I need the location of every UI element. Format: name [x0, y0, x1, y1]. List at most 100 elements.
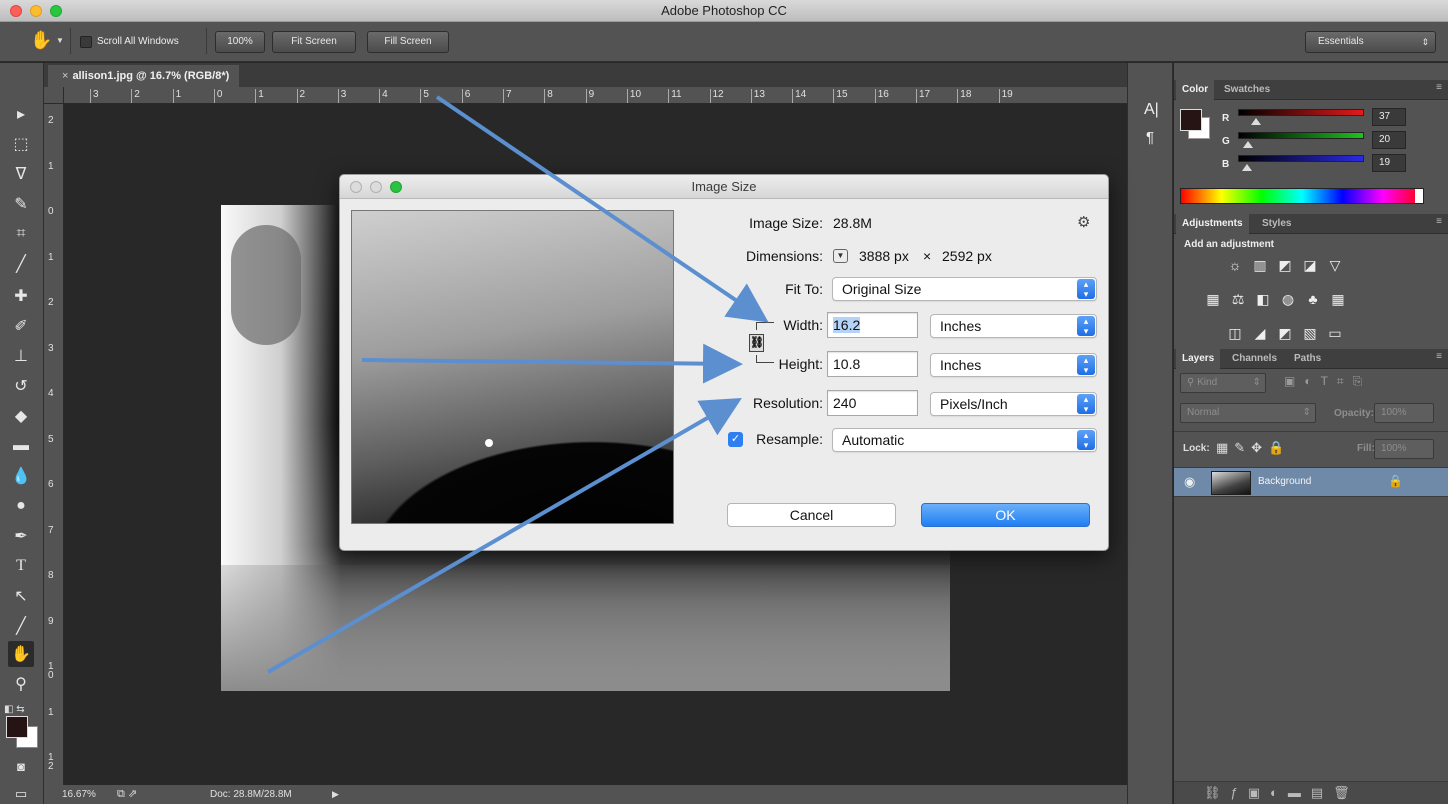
scroll-all-windows-checkbox[interactable]: [80, 36, 92, 48]
resolution-unit-select[interactable]: Pixels/Inch ▴ ▾: [930, 392, 1097, 416]
type-tool-icon[interactable]: T: [8, 553, 34, 579]
resolution-input[interactable]: 240: [827, 390, 918, 416]
curves-icon[interactable]: ◩: [1276, 257, 1294, 273]
crop-tool-icon[interactable]: ⌗: [8, 221, 34, 247]
blur-tool-icon[interactable]: 💧: [8, 463, 34, 489]
channel-mixer-icon[interactable]: ♣: [1304, 291, 1322, 307]
visibility-eye-icon[interactable]: ◉: [1184, 474, 1195, 490]
healing-brush-tool-icon[interactable]: ✚: [8, 283, 34, 309]
fit-to-select[interactable]: Original Size ▴ ▾: [832, 277, 1097, 301]
color-balance-icon[interactable]: ⚖: [1229, 291, 1247, 307]
resample-select[interactable]: Automatic ▴ ▾: [832, 428, 1097, 452]
tab-swatches[interactable]: Swatches: [1218, 80, 1276, 100]
channel-value-field[interactable]: 37: [1372, 108, 1406, 126]
close-window-button[interactable]: [10, 5, 22, 17]
dimensions-units-dropdown-icon[interactable]: ▼: [833, 249, 848, 263]
workspace-dropdown[interactable]: Essentials ⇕: [1305, 31, 1436, 53]
gear-icon[interactable]: ⚙: [1077, 213, 1090, 231]
quick-mask-icon[interactable]: ◙: [8, 753, 34, 779]
path-selection-tool-icon[interactable]: ↖: [8, 583, 34, 609]
fill-field[interactable]: 100%: [1374, 439, 1434, 459]
image-preview[interactable]: [351, 210, 674, 524]
dialog-zoom-button[interactable]: [390, 181, 402, 193]
zoom-tool-icon[interactable]: ⚲: [8, 671, 34, 697]
line-tool-icon[interactable]: ╱: [8, 613, 34, 639]
posterize-icon[interactable]: ◢: [1251, 325, 1269, 341]
gradient-tool-icon[interactable]: ▬: [8, 433, 34, 459]
gradient-map-icon[interactable]: ▭: [1326, 325, 1344, 341]
dodge-tool-icon[interactable]: ●: [8, 493, 34, 519]
exposure-icon[interactable]: ◪: [1301, 257, 1319, 273]
character-panel-icon[interactable]: A|: [1144, 101, 1159, 119]
clone-stamp-tool-icon[interactable]: ⊥: [8, 343, 34, 369]
channel-slider[interactable]: [1238, 109, 1364, 116]
width-unit-select[interactable]: Inches ▴ ▾: [930, 314, 1097, 338]
brush-tool-icon[interactable]: ✐: [8, 313, 34, 339]
channel-slider-thumb[interactable]: [1251, 118, 1262, 125]
threshold-icon[interactable]: ◩: [1276, 325, 1294, 341]
document-tab[interactable]: × allison1.jpg @ 16.7% (RGB/8*): [48, 65, 240, 87]
cancel-button[interactable]: Cancel: [727, 503, 896, 527]
channel-value-field[interactable]: 19: [1372, 154, 1406, 172]
color-lookup-icon[interactable]: ▦: [1329, 291, 1347, 307]
panel-menu-icon[interactable]: ≡: [1436, 216, 1442, 227]
panel-menu-icon[interactable]: ≡: [1436, 351, 1442, 362]
layer-filter-dropdown[interactable]: ⚲ Kind ⇕: [1180, 373, 1266, 393]
resample-checkbox[interactable]: ✓: [728, 432, 743, 447]
layer-name[interactable]: Background: [1258, 476, 1311, 487]
tab-color[interactable]: Color: [1176, 80, 1215, 100]
selective-color-icon[interactable]: ▧: [1301, 325, 1319, 341]
channel-slider-thumb[interactable]: [1242, 141, 1253, 148]
fit-screen-button[interactable]: Fit Screen: [272, 31, 356, 53]
pen-tool-icon[interactable]: ✒: [8, 523, 34, 549]
color-ramp[interactable]: [1180, 188, 1424, 204]
constrain-proportions-link-icon[interactable]: ⛓: [749, 334, 764, 352]
photo-filter-icon[interactable]: ◍: [1279, 291, 1297, 307]
brightness-icon[interactable]: ☼: [1226, 257, 1244, 273]
zoom-100-button[interactable]: 100%: [215, 31, 265, 53]
paragraph-panel-icon[interactable]: ¶: [1146, 129, 1154, 146]
tab-adjustments[interactable]: Adjustments: [1176, 214, 1249, 234]
lasso-tool-icon[interactable]: ᐁ: [8, 161, 34, 187]
height-unit-select[interactable]: Inches ▴ ▾: [930, 353, 1097, 377]
ok-button[interactable]: OK: [921, 503, 1090, 527]
eyedropper-tool-icon[interactable]: ╱: [8, 251, 34, 277]
invert-icon[interactable]: ◫: [1226, 325, 1244, 341]
levels-icon[interactable]: ▥: [1251, 257, 1269, 273]
channel-slider[interactable]: [1238, 132, 1364, 139]
blend-mode-dropdown[interactable]: Normal ⇕: [1180, 403, 1316, 423]
zoom-window-button[interactable]: [50, 5, 62, 17]
hand-tool-preset-icon[interactable]: ✋: [30, 30, 52, 51]
hue-saturation-icon[interactable]: ▦: [1204, 291, 1222, 307]
tab-paths[interactable]: Paths: [1288, 349, 1327, 369]
horizontal-ruler[interactable]: 3 2 1 0 1 2 3 4 5 6 7 8 9 10 11 12 13 14 15 16 17 18 19: [64, 87, 1127, 104]
color-fg-swatch[interactable]: [1180, 109, 1202, 131]
fill-screen-button[interactable]: Fill Screen: [367, 31, 449, 53]
opacity-field[interactable]: 100%: [1374, 403, 1434, 423]
dialog-minimize-button[interactable]: [370, 181, 382, 193]
quick-selection-tool-icon[interactable]: ✎: [8, 191, 34, 217]
layer-filter-icons[interactable]: ▣◐T⌗⎘: [1284, 374, 1371, 389]
tab-layers[interactable]: Layers: [1176, 349, 1221, 369]
layer-row-background[interactable]: ◉ Background 🔒: [1174, 467, 1448, 497]
layer-footer-icons[interactable]: ⛓ƒ▣◐▬▤🗑: [1204, 785, 1360, 801]
status-menu-arrow-icon[interactable]: ▶: [332, 785, 339, 804]
preset-dropdown-icon[interactable]: ▼: [56, 36, 64, 45]
zoom-level[interactable]: 16.67%: [62, 785, 96, 804]
close-tab-icon[interactable]: ×: [62, 70, 68, 82]
ruler-corner[interactable]: [44, 87, 64, 104]
height-input[interactable]: 10.8: [827, 351, 918, 377]
panel-menu-icon[interactable]: ≡: [1436, 82, 1442, 93]
vertical-ruler[interactable]: 2101234567891 011 2: [44, 104, 64, 785]
move-tool-icon[interactable]: ▸: [8, 101, 34, 127]
minimize-window-button[interactable]: [30, 5, 42, 17]
color-ramp-white[interactable]: [1415, 189, 1423, 203]
history-brush-tool-icon[interactable]: ↺: [8, 373, 34, 399]
channel-slider-thumb[interactable]: [1242, 164, 1253, 171]
default-colors-icon[interactable]: ◧ ⇆: [4, 704, 25, 715]
dialog-close-button[interactable]: [350, 181, 362, 193]
marquee-tool-icon[interactable]: ⬚: [8, 131, 34, 157]
channel-slider[interactable]: [1238, 155, 1364, 162]
lock-icons[interactable]: ▦✎✥🔒: [1216, 440, 1290, 456]
black-white-icon[interactable]: ◧: [1254, 291, 1272, 307]
